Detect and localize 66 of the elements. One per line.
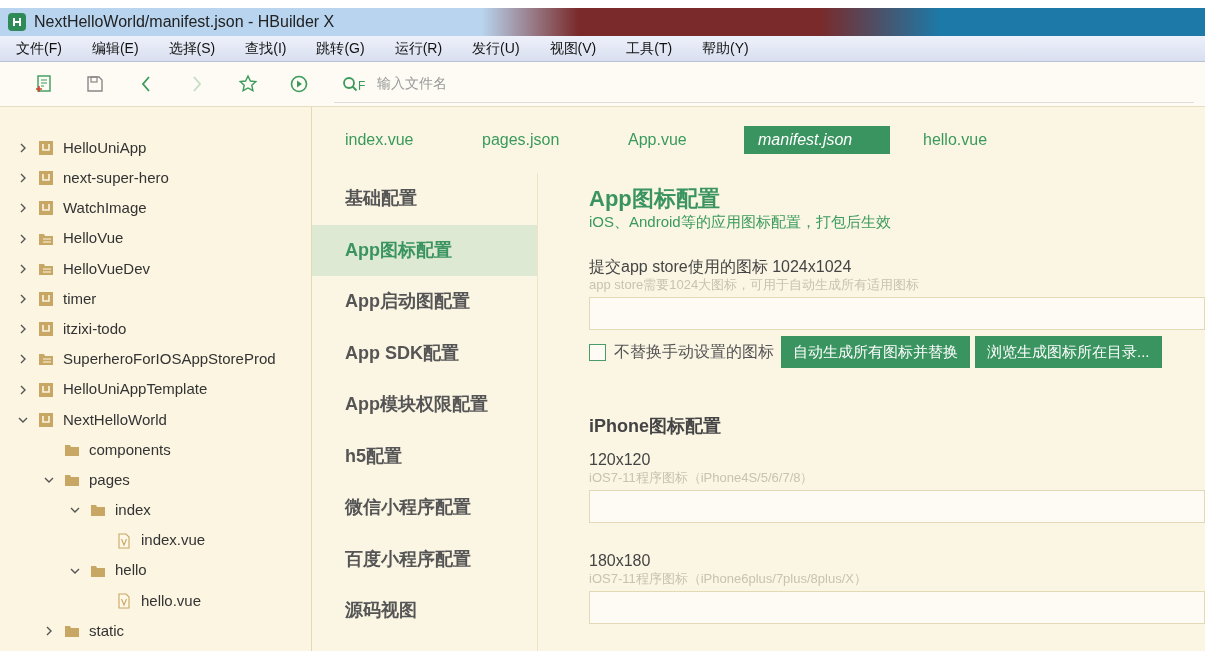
icon-path-field[interactable] xyxy=(589,490,1205,523)
tree-item[interactable]: components xyxy=(0,434,311,466)
app-logo-icon xyxy=(8,13,26,31)
tree-item[interactable]: pages xyxy=(0,465,311,496)
menu-item[interactable]: 选择(S) xyxy=(158,38,226,59)
project-icon xyxy=(38,411,54,428)
tree-item[interactable]: static xyxy=(0,616,311,647)
tree-item[interactable]: next-super-hero xyxy=(0,163,311,194)
window-title: NextHelloWorld/manifest.json - HBuilder X xyxy=(34,12,335,32)
tree-item[interactable]: hello.vue xyxy=(0,585,311,616)
tree-item[interactable]: HelloUniApp xyxy=(0,133,311,164)
project-icon xyxy=(38,291,54,308)
tree-item[interactable]: SuperheroForIOSAppStoreProd xyxy=(0,344,311,375)
project-icon xyxy=(38,200,54,217)
tree-item[interactable]: NextHelloWorld xyxy=(0,404,311,435)
project-icon xyxy=(38,321,54,338)
folder-icon xyxy=(38,351,54,368)
tree-item[interactable]: itzixi-todo xyxy=(0,314,311,345)
search-icon xyxy=(342,75,358,92)
file-tab[interactable]: manifest.json xyxy=(744,126,890,154)
settings-nav-item[interactable]: App模块权限配置 xyxy=(312,379,537,431)
menu-item[interactable]: 发行(U) xyxy=(462,38,530,59)
icon-path-field[interactable] xyxy=(589,591,1205,624)
tree-item[interactable]: hello xyxy=(0,555,311,586)
settings-nav-item[interactable]: h5配置 xyxy=(312,430,537,482)
settings-nav-item[interactable]: 百度小程序配置 xyxy=(312,533,537,585)
search-mode-label: F xyxy=(358,77,366,95)
menu-item[interactable]: 跳转(G) xyxy=(306,38,375,59)
vue-file-icon xyxy=(116,532,132,549)
tree-item[interactable]: index.vue xyxy=(0,525,311,556)
menu-item[interactable]: 编辑(E) xyxy=(81,38,149,59)
tree-item[interactable]: HelloVue xyxy=(0,223,311,254)
menu-item[interactable]: 视图(V) xyxy=(539,38,607,59)
vue-file-icon xyxy=(116,592,132,609)
project-icon xyxy=(38,140,54,157)
action-button[interactable]: 浏览生成图标所在目录... xyxy=(975,336,1162,368)
section-title: App图标配置 xyxy=(589,185,721,213)
field-label: 提交app store使用的图标 1024x1024 xyxy=(589,257,853,277)
tree-item[interactable]: timer xyxy=(0,283,311,315)
tree-item[interactable]: index xyxy=(0,495,311,526)
folder-icon xyxy=(64,623,80,640)
tree-item[interactable]: WatchImage xyxy=(0,193,311,224)
menu-item[interactable]: 查找(I) xyxy=(235,38,297,59)
tree-item[interactable]: HelloUniAppTemplate xyxy=(0,374,311,405)
checkbox[interactable]: 不替换手动设置的图标 xyxy=(589,340,774,364)
tree-item[interactable]: HelloVueDev xyxy=(0,253,311,284)
action-button[interactable]: 自动生成所有图标并替换 xyxy=(781,336,970,368)
settings-nav-item[interactable]: 源码视图 xyxy=(312,585,537,637)
settings-nav-item[interactable]: 基础配置 xyxy=(312,173,537,225)
project-icon xyxy=(38,381,54,398)
folder-icon xyxy=(90,502,106,519)
project-icon xyxy=(38,170,54,187)
subsection-title: iPhone图标配置 xyxy=(589,415,722,438)
icon-path-field[interactable] xyxy=(589,297,1205,330)
menu-item[interactable]: 运行(R) xyxy=(384,38,453,59)
settings-nav-item[interactable]: App启动图配置 xyxy=(312,276,537,328)
file-search-field[interactable]: 输入文件名 xyxy=(377,73,978,94)
settings-nav-item[interactable]: 微信小程序配置 xyxy=(312,482,537,534)
menu-item[interactable]: 文件(F) xyxy=(6,38,72,59)
field-label: 180x180 xyxy=(589,551,652,571)
menu-item[interactable]: 工具(T) xyxy=(616,38,683,59)
settings-nav-item[interactable]: App SDK配置 xyxy=(312,327,537,379)
folder-icon xyxy=(64,472,80,489)
field-label: 120x120 xyxy=(589,450,652,470)
menu-item[interactable]: 帮助(Y) xyxy=(692,38,759,59)
section-subtitle: iOS、Android等的应用图标配置，打包后生效 xyxy=(589,213,892,231)
